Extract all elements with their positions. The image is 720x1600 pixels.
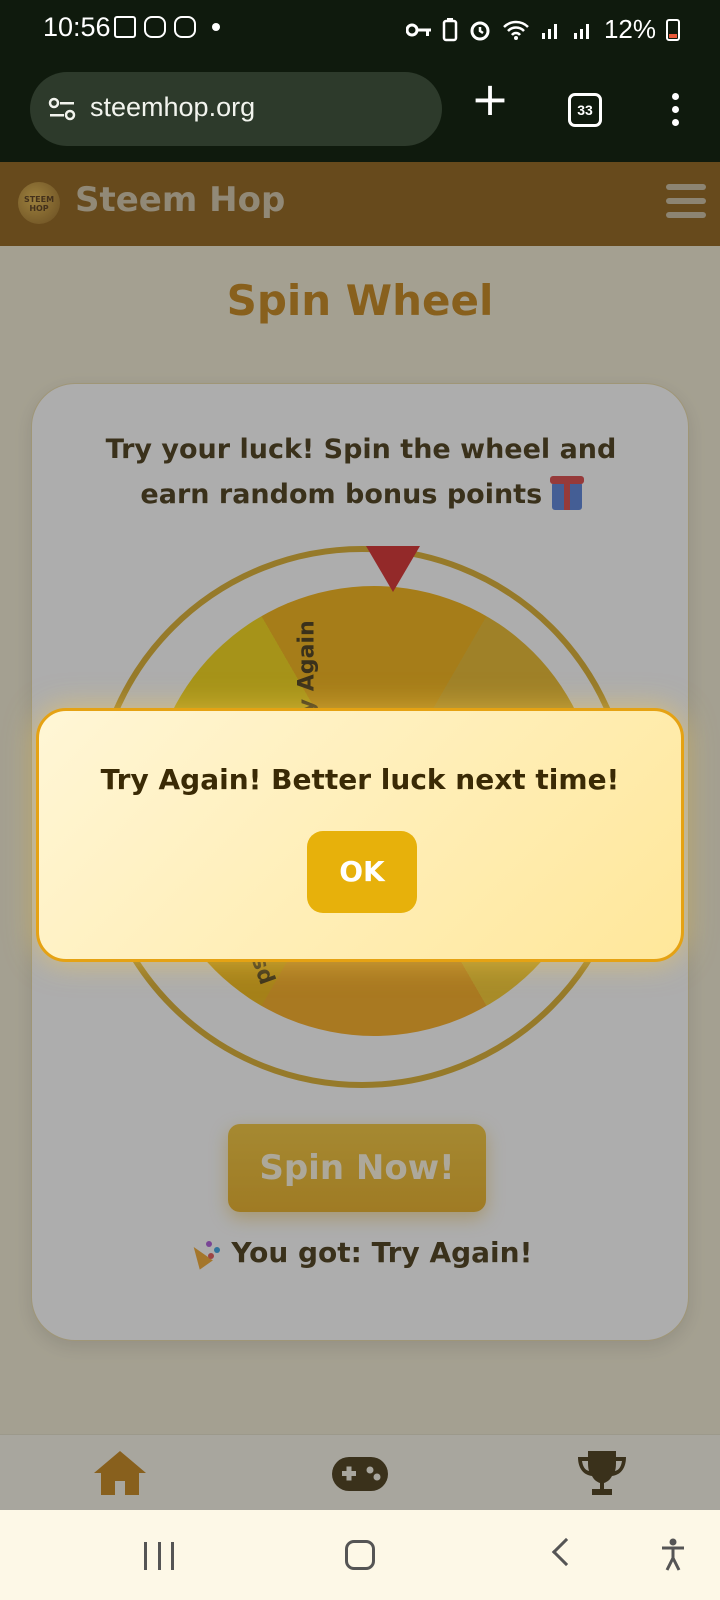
result-dialog: Try Again! Better luck next time! OK [36, 708, 684, 962]
battery-percent: 12% [603, 14, 656, 44]
url-text[interactable]: steemhop.org [90, 92, 255, 123]
back-button[interactable] [551, 1537, 581, 1567]
tab-switcher-button[interactable]: 33 [568, 93, 602, 127]
signal-icon [573, 23, 589, 39]
address-bar[interactable]: steemhop.org [30, 72, 442, 146]
status-bar: 10:56 12% [0, 0, 720, 58]
alarm-icon [470, 21, 490, 40]
signal-icon [541, 23, 557, 39]
accessibility-icon[interactable] [660, 1538, 686, 1572]
wifi-icon [503, 20, 529, 40]
battery-icon [666, 18, 680, 41]
home-button[interactable] [345, 1540, 375, 1570]
system-icons: 12% [405, 14, 680, 45]
status-time: 10:56 [43, 12, 111, 42]
notification-icons [114, 16, 220, 38]
more-options-button[interactable] [668, 93, 682, 133]
system-nav-bar [0, 1510, 720, 1600]
game-controller-icon [144, 16, 166, 38]
recent-apps-button[interactable] [144, 1542, 174, 1570]
game-controller-icon [174, 16, 196, 38]
new-tab-button[interactable]: + [470, 76, 510, 122]
battery-saver-icon [442, 17, 458, 41]
dialog-message: Try Again! Better luck next time! [100, 763, 620, 796]
more-notifications-icon [212, 23, 220, 31]
site-settings-icon[interactable] [48, 97, 76, 121]
browser-toolbar: steemhop.org + 33 [0, 58, 720, 162]
ok-button[interactable]: OK [307, 831, 417, 913]
gallery-icon [114, 16, 136, 38]
key-icon [405, 23, 431, 36]
